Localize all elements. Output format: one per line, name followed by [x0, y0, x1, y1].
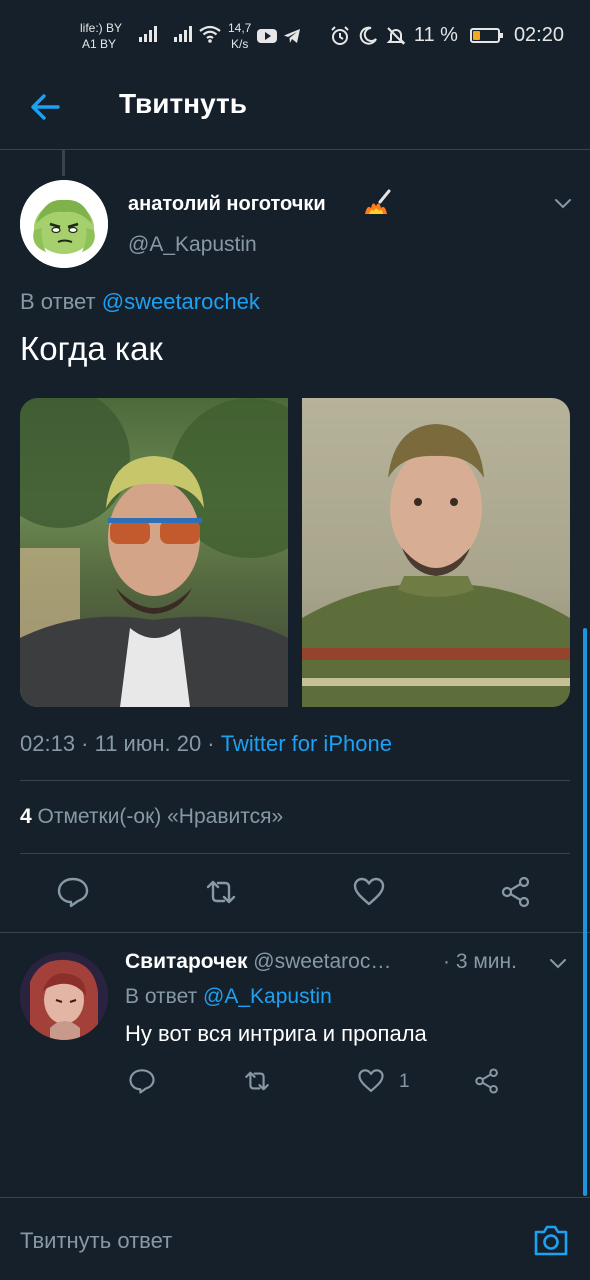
avatar[interactable] — [20, 180, 108, 268]
signal-icon — [174, 24, 192, 42]
bell-muted-icon — [386, 26, 406, 45]
back-arrow-icon[interactable] — [28, 90, 62, 124]
share-button[interactable] — [499, 875, 533, 909]
reply-author-name: Свитарочек — [125, 950, 248, 973]
battery-percent: 11 % — [413, 24, 458, 46]
reply-composer: Твитнуть ответ — [0, 1197, 590, 1280]
clock: 02:20 — [513, 24, 564, 46]
divider — [20, 780, 570, 781]
reply-avatar[interactable] — [20, 952, 108, 1040]
share-icon — [501, 876, 530, 908]
scrollbar[interactable] — [583, 628, 587, 1196]
comment-icon — [57, 877, 89, 908]
page-title: Твитнуть — [119, 88, 247, 119]
tweet-meta: 02:13 · 11 июн. 20 · Twitter for iPhone — [20, 731, 392, 757]
reply-avatar-image — [20, 952, 108, 1040]
retweet-icon — [245, 1071, 269, 1091]
carrier-line-2: A1 BY — [82, 37, 117, 51]
likes-label: Отметки(-ок) «Нравится» — [31, 805, 284, 828]
status-right: 11 % 02:20 — [330, 24, 564, 47]
photo-1[interactable] — [20, 398, 288, 707]
divider — [20, 853, 570, 854]
divider — [0, 932, 590, 933]
speed-unit: K/s — [231, 37, 249, 51]
top-app-bar: Твитнуть — [0, 62, 590, 150]
reply-reply-button[interactable] — [128, 1067, 156, 1095]
reply-input[interactable]: Твитнуть ответ — [20, 1228, 172, 1254]
reply-prefix: В ответ — [20, 289, 102, 314]
like-button[interactable] — [352, 875, 386, 909]
reply-author[interactable]: Свитарочек @sweetaroc… — [125, 950, 391, 974]
reply-button[interactable] — [56, 875, 90, 909]
reply-text: Ну вот вся интрига и пропала — [125, 1021, 427, 1046]
photo-2[interactable] — [302, 398, 570, 707]
reply-context: В ответ @sweetarochek — [20, 289, 260, 315]
reply-author-handle: @sweetaroc… — [247, 950, 392, 973]
moon-icon — [359, 26, 377, 45]
reply-context: В ответ @A_Kapustin — [125, 985, 332, 1009]
heart-icon — [358, 1069, 384, 1092]
author-name[interactable]: анатолий ноготочки — [128, 193, 326, 216]
likes-count: 4 — [20, 805, 32, 828]
tweet-media — [20, 398, 570, 707]
retweet-icon — [206, 880, 236, 904]
author-handle[interactable]: @A_Kapustin — [128, 233, 257, 257]
share-icon — [475, 1068, 498, 1094]
carrier-line-1: life:) BY — [80, 21, 123, 35]
tweet-source-link[interactable]: Twitter for iPhone — [221, 731, 392, 756]
reply-share-button[interactable] — [473, 1067, 501, 1095]
reply-to-link[interactable]: @A_Kapustin — [203, 985, 332, 1008]
retweet-button[interactable] — [204, 875, 238, 909]
speed-value: 14,7 — [228, 21, 252, 35]
cabbage-avatar-image — [20, 180, 108, 268]
photo-2-image — [302, 424, 570, 707]
reply-like-button[interactable] — [357, 1067, 385, 1095]
comment-icon — [129, 1069, 155, 1094]
reply-to-link[interactable]: @sweetarochek — [102, 289, 260, 314]
reply-like-count: 1 — [399, 1071, 410, 1092]
reply-prefix: В ответ — [125, 985, 204, 1008]
photo-1-image — [20, 398, 288, 707]
telegram-icon — [284, 29, 300, 43]
tweet-timestamp: 02:13 · 11 июн. 20 · — [20, 731, 221, 756]
chevron-down-icon[interactable] — [553, 193, 573, 213]
thread-line — [62, 150, 65, 176]
battery-icon — [469, 28, 503, 43]
network-speed: 14,7 K/s — [228, 20, 251, 52]
youtube-icon — [257, 29, 277, 43]
alarm-icon — [331, 25, 349, 45]
heart-icon — [353, 877, 385, 906]
camera-icon[interactable] — [533, 1223, 569, 1257]
wifi-icon — [199, 25, 221, 43]
likes-summary[interactable]: 4 Отметки(-ок) «Нравится» — [20, 805, 283, 829]
signal-icon — [139, 24, 157, 42]
nail-polish-fire-icon — [365, 189, 391, 214]
reply-time: · 3 мин. — [443, 950, 517, 973]
carrier-info: life:) BY A1 BY — [80, 20, 122, 52]
tweet-text: Когда как — [20, 330, 163, 367]
status-bar: life:) BY A1 BY 14,7 K/s 11 % 02:20 — [0, 0, 590, 62]
chevron-down-icon[interactable] — [548, 953, 568, 973]
reply-retweet-button[interactable] — [243, 1067, 271, 1095]
